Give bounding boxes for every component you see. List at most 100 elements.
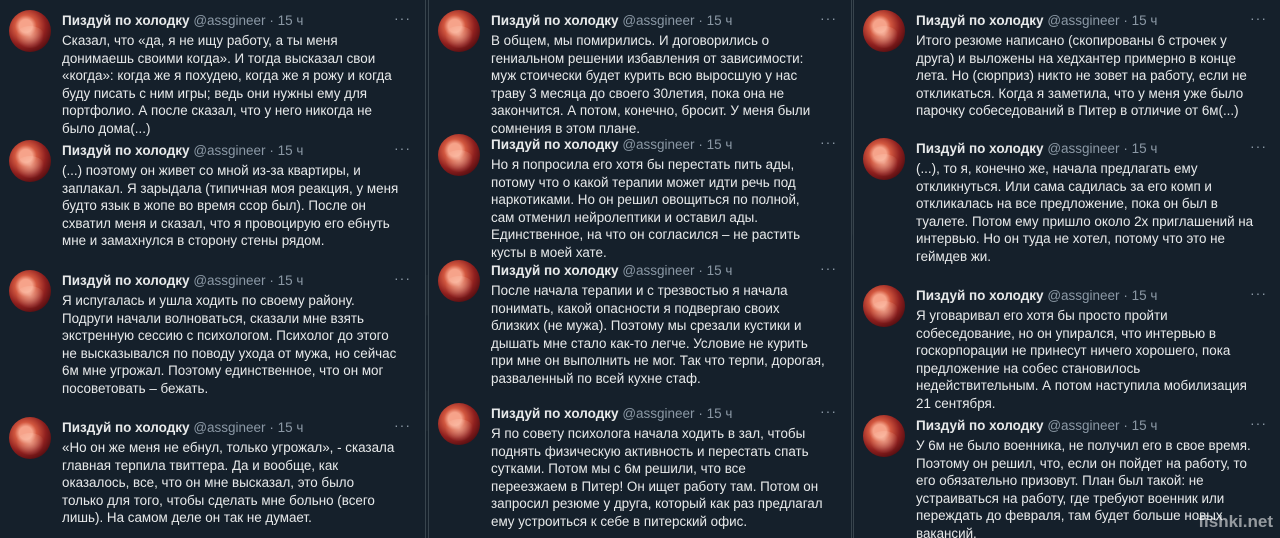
- author-name[interactable]: Пиздуй по холодку: [491, 13, 619, 28]
- more-options-icon[interactable]: ···: [820, 404, 837, 418]
- avatar[interactable]: [438, 134, 480, 176]
- author-handle[interactable]: @assgineer: [193, 273, 265, 288]
- tweet-column-2: Пиздуй по холодку @assgineer · 15 ч ··· …: [428, 0, 852, 538]
- tweet-time[interactable]: 15 ч: [1132, 418, 1158, 433]
- more-options-icon[interactable]: ···: [1250, 286, 1267, 300]
- tweet-time[interactable]: 15 ч: [707, 263, 733, 278]
- author-name[interactable]: Пиздуй по холодку: [62, 273, 190, 288]
- avatar[interactable]: [9, 417, 51, 459]
- tweet-text: (...), то я, конечно же, начала предлага…: [916, 161, 1254, 264]
- tweet-text: Я по совету психолога начала ходить в за…: [491, 426, 823, 529]
- avatar[interactable]: [9, 140, 51, 182]
- tweet-time[interactable]: 15 ч: [278, 273, 304, 288]
- avatar[interactable]: [9, 10, 51, 52]
- avatar[interactable]: [438, 10, 480, 52]
- more-options-icon[interactable]: ···: [1250, 416, 1267, 430]
- site-logo: fishki.net: [1198, 512, 1273, 531]
- author-handle[interactable]: @assgineer: [1047, 13, 1119, 28]
- separator-dot: ·: [698, 263, 703, 278]
- tweet-time[interactable]: 15 ч: [707, 406, 733, 421]
- more-options-icon[interactable]: ···: [1250, 139, 1267, 153]
- avatar[interactable]: [863, 10, 905, 52]
- tweet-header: Пиздуй по холодку @assgineer · 15 ч: [916, 140, 1271, 158]
- avatar[interactable]: [438, 260, 480, 302]
- author-name[interactable]: Пиздуй по холодку: [916, 288, 1044, 303]
- more-options-icon[interactable]: ···: [1250, 11, 1267, 25]
- author-handle[interactable]: @assgineer: [193, 143, 265, 158]
- avatar[interactable]: [9, 270, 51, 312]
- tweet-header: Пиздуй по холодку @assgineer · 15 ч: [491, 136, 841, 154]
- author-name[interactable]: Пиздуй по холодку: [62, 143, 190, 158]
- author-name[interactable]: Пиздуй по холодку: [491, 406, 619, 421]
- more-options-icon[interactable]: ···: [394, 141, 411, 155]
- tweet-time[interactable]: 15 ч: [278, 143, 304, 158]
- tweet-header: Пиздуй по холодку @assgineer · 15 ч: [916, 417, 1271, 435]
- author-name[interactable]: Пиздуй по холодку: [491, 137, 619, 152]
- tweet-header: Пиздуй по холодку @assgineer · 15 ч: [62, 272, 415, 290]
- separator-dot: ·: [1123, 141, 1128, 156]
- avatar[interactable]: [438, 403, 480, 445]
- tweet-text: Но я попросила его хотя бы перестать пит…: [491, 157, 801, 260]
- avatar[interactable]: [863, 415, 905, 457]
- separator-dot: ·: [269, 13, 274, 28]
- author-handle[interactable]: @assgineer: [1047, 141, 1119, 156]
- separator-dot: ·: [1123, 13, 1128, 28]
- separator-dot: ·: [698, 137, 703, 152]
- author-name[interactable]: Пиздуй по холодку: [916, 13, 1044, 28]
- more-options-icon[interactable]: ···: [820, 11, 837, 25]
- tweet-time[interactable]: 15 ч: [707, 13, 733, 28]
- separator-dot: ·: [269, 273, 274, 288]
- author-handle[interactable]: @assgineer: [622, 263, 694, 278]
- author-name[interactable]: Пиздуй по холодку: [916, 141, 1044, 156]
- author-name[interactable]: Пиздуй по холодку: [916, 418, 1044, 433]
- tweet-header: Пиздуй по холодку @assgineer · 15 ч: [62, 419, 415, 437]
- tweet-column-1: Пиздуй по холодку @assgineer · 15 ч ··· …: [0, 0, 426, 538]
- tweet-text: Я испугалась и ушла ходить по своему рай…: [62, 293, 397, 396]
- more-options-icon[interactable]: ···: [394, 271, 411, 285]
- tweet-text: (...) поэтому он живет со мной из-за ква…: [62, 163, 399, 248]
- tweet-header: Пиздуй по холодку @assgineer · 15 ч: [62, 142, 415, 160]
- tweet-column-3: Пиздуй по холодку @assgineer · 15 ч ··· …: [853, 0, 1280, 538]
- author-handle[interactable]: @assgineer: [622, 137, 694, 152]
- tweet-time[interactable]: 15 ч: [278, 420, 304, 435]
- author-name[interactable]: Пиздуй по холодку: [491, 263, 619, 278]
- tweet-text: «Но он же меня не ебнул, только угрожал»…: [62, 440, 395, 525]
- author-handle[interactable]: @assgineer: [622, 406, 694, 421]
- more-options-icon[interactable]: ···: [394, 11, 411, 25]
- tweet-header: Пиздуй по холодку @assgineer · 15 ч: [491, 405, 841, 423]
- author-handle[interactable]: @assgineer: [193, 420, 265, 435]
- tweet-time[interactable]: 15 ч: [278, 13, 304, 28]
- separator-dot: ·: [698, 406, 703, 421]
- author-name[interactable]: Пиздуй по холодку: [62, 420, 190, 435]
- tweet-time[interactable]: 15 ч: [707, 137, 733, 152]
- avatar[interactable]: [863, 285, 905, 327]
- tweet-columns: 4BV Пиздуй по холодку @assgineer · 15 ч …: [0, 0, 1280, 538]
- more-options-icon[interactable]: ···: [394, 418, 411, 432]
- avatar[interactable]: [863, 138, 905, 180]
- separator-dot: ·: [269, 420, 274, 435]
- tweet-time[interactable]: 15 ч: [1132, 141, 1158, 156]
- more-options-icon[interactable]: ···: [820, 135, 837, 149]
- separator-dot: ·: [269, 143, 274, 158]
- author-handle[interactable]: @assgineer: [193, 13, 265, 28]
- separator-dot: ·: [1123, 418, 1128, 433]
- tweet-time[interactable]: 15 ч: [1132, 13, 1158, 28]
- tweet-header: Пиздуй по холодку @assgineer · 15 ч: [916, 12, 1271, 30]
- tweet-text: В общем, мы помирились. И договорились о…: [491, 33, 811, 136]
- tweet-text: Я уговаривал его хотя бы просто пройти с…: [916, 308, 1247, 411]
- author-handle[interactable]: @assgineer: [1047, 288, 1119, 303]
- tweet-header: Пиздуй по холодку @assgineer · 15 ч: [491, 12, 841, 30]
- separator-dot: ·: [698, 13, 703, 28]
- author-name[interactable]: Пиздуй по холодку: [62, 13, 190, 28]
- tweet-header: Пиздуй по холодку @assgineer · 15 ч: [916, 287, 1271, 305]
- author-handle[interactable]: @assgineer: [622, 13, 694, 28]
- tweet-header: Пиздуй по холодку @assgineer · 15 ч: [491, 262, 841, 280]
- tweet-header: Пиздуй по холодку @assgineer · 15 ч: [62, 12, 415, 30]
- tweet-text: После начала терапии и с трезвостью я на…: [491, 283, 825, 386]
- tweet-text: Итого резюме написано (скопированы 6 стр…: [916, 33, 1247, 118]
- separator-dot: ·: [1123, 288, 1128, 303]
- more-options-icon[interactable]: ···: [820, 261, 837, 275]
- tweet-time[interactable]: 15 ч: [1132, 288, 1158, 303]
- tweet-text: Сказал, что «да, я не ищу работу, а ты м…: [62, 33, 392, 136]
- author-handle[interactable]: @assgineer: [1047, 418, 1119, 433]
